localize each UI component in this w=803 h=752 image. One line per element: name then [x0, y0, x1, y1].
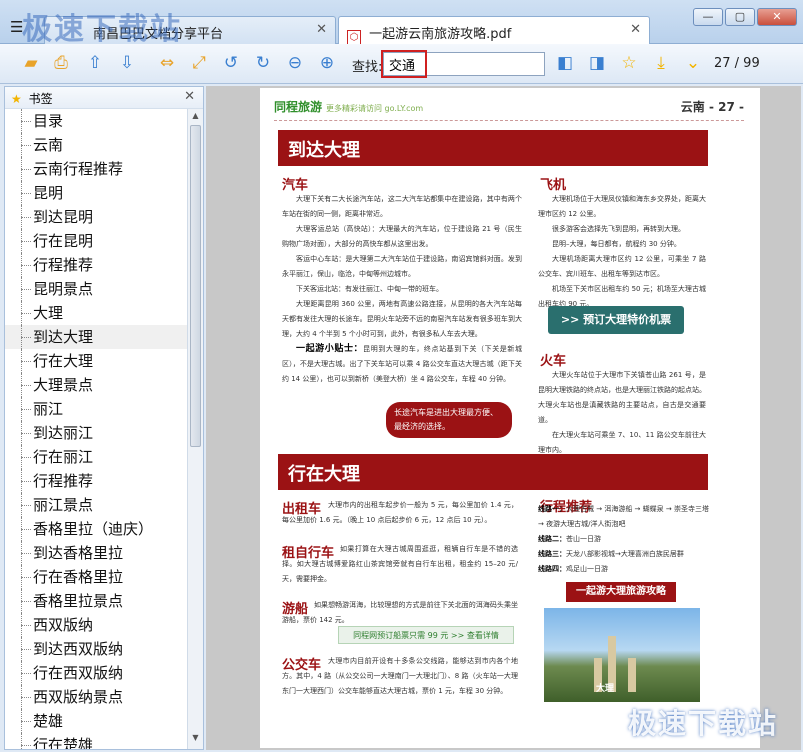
watermark: 极速下载站: [22, 12, 182, 47]
car-heading: 汽车: [282, 178, 309, 193]
tab-label: 一起游云南旅游攻略.pdf: [369, 27, 512, 42]
boat-text: 如果想畅游洱海，比较理想的方式是前往下关北面的洱海码头乘坐游船，票价 142 元…: [282, 601, 518, 624]
route-item: 线路四：鸡足山一日游: [538, 565, 608, 573]
title-bar: ☰ 南昌巴巴文档分享平台 ✕ ⬡ 一起游云南旅游攻略.pdf ✕ — ▢ ✕ 极…: [0, 0, 803, 47]
section-banner: 行在大理: [278, 454, 708, 490]
car-text: 大理下关有二大长途汽车站，这二大汽车站都集中在建设路，其中有两个车站在街的同一侧…: [282, 195, 522, 383]
plane-heading: 飞机: [540, 178, 567, 193]
search-label: 查找:: [352, 60, 383, 75]
rotate-left-icon[interactable]: ↺: [220, 52, 242, 74]
bookmark-item[interactable]: 昆明景点: [5, 277, 188, 301]
plane-text: 大理机场位于大理凤仪镇和海东乡交界处，距离大理市区约 12 公里。 很多游客会选…: [538, 195, 706, 308]
bookmark-item[interactable]: 西双版纳景点: [5, 685, 188, 709]
bookmark-item[interactable]: 大理景点: [5, 373, 188, 397]
brand-logo: 同程旅游 更多精彩请访问 go.LY.com: [274, 100, 424, 114]
arrow-down-icon[interactable]: ⇩: [116, 52, 138, 74]
next-result-icon[interactable]: ◨: [586, 52, 608, 74]
bookmark-item[interactable]: 到达大理: [5, 325, 188, 349]
guide-banner: 一起游大理旅游攻略: [566, 582, 676, 602]
close-icon[interactable]: ✕: [316, 22, 327, 37]
bookmark-item[interactable]: 云南: [5, 133, 188, 157]
bookmark-item[interactable]: 到达香格里拉: [5, 541, 188, 565]
pagoda-shape: [628, 658, 636, 692]
bookmark-item[interactable]: 西双版纳: [5, 613, 188, 637]
bookmark-item[interactable]: 行程推荐: [5, 469, 188, 493]
route-item: 线路三：天龙八部影视城→大理喜洲白族民居群: [538, 550, 684, 558]
dali-photo: 大理: [544, 608, 700, 702]
folder-open-icon[interactable]: ▰: [20, 52, 42, 74]
toolbar: ▰ ⎙ ⇧ ⇩ ⇔ ⤢ ↺ ↻ ⊖ ⊕ 查找: ◧ ◨ ☆ ⤓ ⌄ 27 / 9…: [0, 44, 803, 84]
bookmark-item[interactable]: 行在丽江: [5, 445, 188, 469]
arrow-up-icon[interactable]: ⇧: [84, 52, 106, 74]
bookmark-item[interactable]: 楚雄: [5, 709, 188, 733]
promo-link[interactable]: 同程网预订船票只需 99 元 >> 查看详情: [338, 626, 514, 644]
close-window-button[interactable]: ✕: [757, 8, 797, 26]
close-icon[interactable]: ✕: [184, 89, 195, 104]
prev-result-icon[interactable]: ◧: [554, 52, 576, 74]
document-view[interactable]: 同程旅游 更多精彩请访问 go.LY.com 云南 - 27 - 到达大理 汽车 …: [206, 86, 801, 750]
bookmark-header: ★ 书签 ✕: [5, 87, 203, 109]
train-heading: 火车: [540, 354, 567, 369]
page-header: 同程旅游 更多精彩请访问 go.LY.com 云南 - 27 -: [274, 98, 744, 118]
bookmark-list: 目录 云南 云南行程推荐 昆明 到达昆明 行在昆明 行程推荐 昆明景点 大理 到达大理 行在大理 大理…: [5, 109, 188, 749]
bookmark-item[interactable]: 香格里拉（迪庆）: [5, 517, 188, 541]
route-item: 线路二：苍山一日游: [538, 535, 601, 543]
search-input[interactable]: [383, 52, 545, 76]
scroll-down-icon[interactable]: ▼: [189, 733, 202, 747]
bookmark-item[interactable]: 行程推荐: [5, 253, 188, 277]
watermark: 极速下载站: [628, 707, 779, 740]
minimize-button[interactable]: —: [693, 8, 723, 26]
bookmark-item[interactable]: 行在西双版纳: [5, 661, 188, 685]
bookmark-item[interactable]: 行在香格里拉: [5, 565, 188, 589]
fit-width-icon[interactable]: ⇔: [156, 52, 178, 74]
divider: [274, 120, 744, 121]
taxi-text: 大理市内的出租车起步价一般为 5 元，每公里加价 1.4 元，每公里加价 1.6…: [282, 501, 518, 524]
route-list: 线路一：大理古城 → 洱海游船 → 蝴蝶泉 → 崇圣寺三塔 → 夜游大理古城/洋…: [538, 502, 714, 577]
photo-label: 大理: [596, 684, 615, 694]
bookmark-item[interactable]: 丽江景点: [5, 493, 188, 517]
star-icon: ★: [11, 92, 22, 106]
bookmark-item[interactable]: 昆明: [5, 181, 188, 205]
route-item: 线路一：大理古城 → 洱海游船 → 蝴蝶泉 → 崇圣寺三塔 → 夜游大理古城/洋…: [538, 505, 709, 528]
section-banner: 到达大理: [278, 130, 708, 166]
bookmark-item[interactable]: 大理: [5, 301, 188, 325]
zoom-in-icon[interactable]: ⊕: [316, 52, 338, 74]
bookmark-item[interactable]: 行在大理: [5, 349, 188, 373]
star-icon[interactable]: ☆: [618, 52, 640, 74]
bookmark-item[interactable]: 到达丽江: [5, 421, 188, 445]
book-flight-button[interactable]: >> 预订大理特价机票: [548, 306, 684, 334]
page-counter: 27 / 99: [714, 56, 760, 71]
download-icon[interactable]: ⤓: [650, 52, 672, 74]
bookmark-item[interactable]: 香格里拉景点: [5, 589, 188, 613]
bookmark-item[interactable]: 到达昆明: [5, 205, 188, 229]
collapse-icon[interactable]: ⌄: [682, 52, 704, 74]
bike-text: 如果打算在大理古城周围逛逛，租辆自行车是不错的选择。如大理古城博爱路红山茶宾馆旁…: [282, 545, 518, 583]
scrollbar[interactable]: ▲ ▼: [187, 109, 203, 749]
train-text: 大理火车站位于大理市下关镇苍山路 261 号，是昆明大理铁路的终点站，也是大理丽…: [538, 371, 706, 454]
scroll-thumb[interactable]: [190, 125, 201, 447]
scroll-up-icon[interactable]: ▲: [189, 111, 202, 125]
bus-text: 大理市内目前开设有十多条公交线路，能够达到市内各个地方。其中，4 路（从公交公司…: [282, 657, 518, 695]
bookmark-item[interactable]: 行在昆明: [5, 229, 188, 253]
fit-page-icon[interactable]: ⤢: [188, 52, 210, 74]
pdf-page: 同程旅游 更多精彩请访问 go.LY.com 云南 - 27 - 到达大理 汽车 …: [260, 88, 760, 748]
zoom-out-icon[interactable]: ⊖: [284, 52, 306, 74]
close-icon[interactable]: ✕: [630, 22, 641, 37]
bookmark-item[interactable]: 行在楚雄: [5, 733, 188, 749]
bookmark-item[interactable]: 丽江: [5, 397, 188, 421]
page-number: 云南 - 27 -: [680, 100, 744, 114]
window-controls: — ▢ ✕: [693, 8, 797, 26]
bookmark-item[interactable]: 目录: [5, 109, 188, 133]
tip-bubble: 长途汽车是进出大理最方便、最经济的选择。: [386, 402, 512, 438]
tab-pdf[interactable]: ⬡ 一起游云南旅游攻略.pdf ✕: [338, 16, 650, 46]
bookmark-title: 书签: [28, 92, 53, 106]
bookmark-item[interactable]: 云南行程推荐: [5, 157, 188, 181]
bookmark-item[interactable]: 到达西双版纳: [5, 637, 188, 661]
print-icon[interactable]: ⎙: [50, 52, 72, 74]
maximize-button[interactable]: ▢: [725, 8, 755, 26]
rotate-right-icon[interactable]: ↻: [252, 52, 274, 74]
bookmark-panel: ★ 书签 ✕ 目录 云南 云南行程推荐 昆明 到达昆明 行在昆明 行程推荐 昆明景点 大理 到达大…: [4, 86, 204, 750]
